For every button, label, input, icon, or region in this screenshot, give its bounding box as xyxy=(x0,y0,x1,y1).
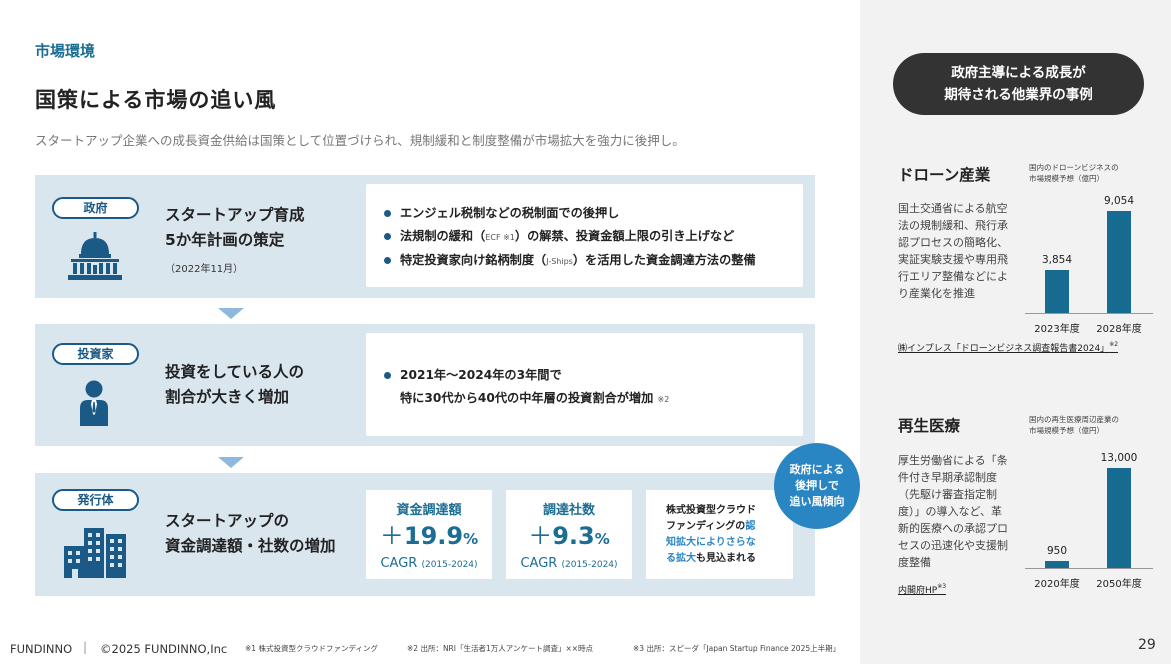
list-item: 法規制の緩和（ECF ※1）の解禁、投資金額上限の引き上げなど xyxy=(382,225,803,249)
chart-value-label: 3,854 xyxy=(1041,254,1073,266)
office-buildings-icon xyxy=(64,528,128,582)
investor-band: 投資家 投資をしている人の 割合が大きく増加 2021年〜2024年の3年間で … xyxy=(35,324,815,446)
regen-chart-caption: 国内の再生医療周辺産業の 市場規模予想（億円） xyxy=(1029,415,1119,435)
chart-baseline xyxy=(1025,313,1153,314)
government-title: スタートアップ育成 5か年計画の策定 xyxy=(165,206,305,249)
footer-copyright: ©2025 FUNDINNO,Inc xyxy=(100,642,228,656)
footer-separator: | xyxy=(83,640,88,654)
chart-value-label: 950 xyxy=(1046,545,1068,557)
drone-bar-chart: 3,854 2023年度 9,054 2028年度 xyxy=(1025,195,1155,335)
footer-brand: FUNDINNO xyxy=(10,642,73,656)
page-subtitle: スタートアップ企業への成長資金供給は国策として位置づけられ、規制緩和と制度整備が… xyxy=(35,133,685,148)
chart-category-label: 2050年度 xyxy=(1096,579,1142,590)
government-tag: 政府 xyxy=(52,197,139,219)
investor-bullet-list: 2021年〜2024年の3年間で 特に30代から40代の中年層の投資割合が増加 … xyxy=(382,364,803,411)
regen-title: 再生医療 xyxy=(898,417,961,435)
tailwind-bubble: 政府による 後押しで 追い風傾向 xyxy=(774,443,860,529)
chart-bar xyxy=(1045,270,1069,313)
regen-description: 厚生労働省による「条件付き早期承認制度（先駆け審査指定制度）」の導入など、革新的… xyxy=(898,454,1008,569)
list-item: 2021年〜2024年の3年間で 特に30代から40代の中年層の投資割合が増加 … xyxy=(382,364,803,411)
issuer-band: 発行体 スタートアップの 資金調達額・社数の増加 資金調達額 ＋19.9% CA… xyxy=(35,473,815,596)
regen-source: 内閣府HP※3 xyxy=(898,583,947,596)
metric-value: ＋19.9% xyxy=(379,522,479,550)
investor-bullets-box: 2021年〜2024年の3年間で 特に30代から40代の中年層の投資割合が増加 … xyxy=(366,333,803,436)
government-bullet-list: エンジェル税制などの税制面での後押し 法規制の緩和（ECF ※1）の解禁、投資金… xyxy=(382,202,803,273)
issuer-tag: 発行体 xyxy=(52,489,139,511)
government-bullets-box: エンジェル税制などの税制面での後押し 法規制の緩和（ECF ※1）の解禁、投資金… xyxy=(366,184,803,287)
chart-baseline xyxy=(1025,568,1153,569)
section-label: 市場環境 xyxy=(35,42,96,60)
footer-note-1: ※1 株式投資型クラウドファンディング xyxy=(245,644,378,653)
drone-chart-caption: 国内のドローンビジネスの 市場規模予想（億円） xyxy=(1029,163,1119,183)
drone-source: ㈱インプレス「ドローンビジネス調査報告書2024」※2 xyxy=(898,341,1119,354)
chart-bar xyxy=(1107,468,1131,568)
chart-category-label: 2023年度 xyxy=(1034,324,1080,335)
chart-value-label: 13,000 xyxy=(1100,452,1138,464)
government-band: 政府 スタートアップ育成 5か年計画の策定 （2022年11月） エンジェル税制… xyxy=(35,175,815,298)
metric-card-companies: 調達社数 ＋9.3% CAGR (2015-2024) xyxy=(506,490,632,579)
chart-bar xyxy=(1045,561,1069,568)
footer-note-2: ※2 出所：NRI「生活者1万人アンケート調査」××時点 xyxy=(407,644,594,653)
page-title: 国策による市場の追い風 xyxy=(35,88,277,112)
down-arrow-icon xyxy=(218,457,244,468)
chart-category-label: 2028年度 xyxy=(1096,324,1142,335)
chart-value-label: 9,054 xyxy=(1103,195,1135,207)
drone-title: ドローン産業 xyxy=(898,166,991,184)
government-building-icon xyxy=(67,232,123,284)
chart-bar xyxy=(1107,211,1131,313)
list-item: 特定投資家向け銘柄制度（J-Ships）を活用した資金調達方法の整備 xyxy=(382,249,803,273)
metric-card-funding: 資金調達額 ＋19.9% CAGR (2015-2024) xyxy=(366,490,492,579)
down-arrow-icon xyxy=(218,308,244,319)
issuer-title: スタートアップの 資金調達額・社数の増加 xyxy=(165,512,336,555)
metric-value: ＋9.3% xyxy=(528,522,610,550)
chart-category-label: 2020年度 xyxy=(1034,579,1080,590)
page-number: 29 xyxy=(1138,637,1156,653)
drone-description: 国土交通省による航空法の規制緩和、飛行承認プロセスの簡略化、実証実験支援や専用飛… xyxy=(898,202,1008,300)
sidebar-heading-pill: 政府主導による成長が 期待される他業界の事例 xyxy=(893,53,1144,115)
list-item: エンジェル税制などの税制面での後押し xyxy=(382,202,803,225)
investor-tag: 投資家 xyxy=(52,343,139,365)
crowdfunding-note-box: 株式投資型クラウド ファンディングの認 知拡大によりさらな る拡大も見込まれる xyxy=(646,490,793,579)
footer-note-3: ※3 出所：スピーダ「Japan Startup Finance 2025上半期… xyxy=(633,644,841,653)
person-icon xyxy=(78,380,110,430)
investor-title: 投資をしている人の 割合が大きく増加 xyxy=(165,363,305,406)
regen-bar-chart: 950 2020年度 13,000 2050年度 xyxy=(1025,452,1155,590)
government-date: （2022年11月） xyxy=(165,264,244,275)
